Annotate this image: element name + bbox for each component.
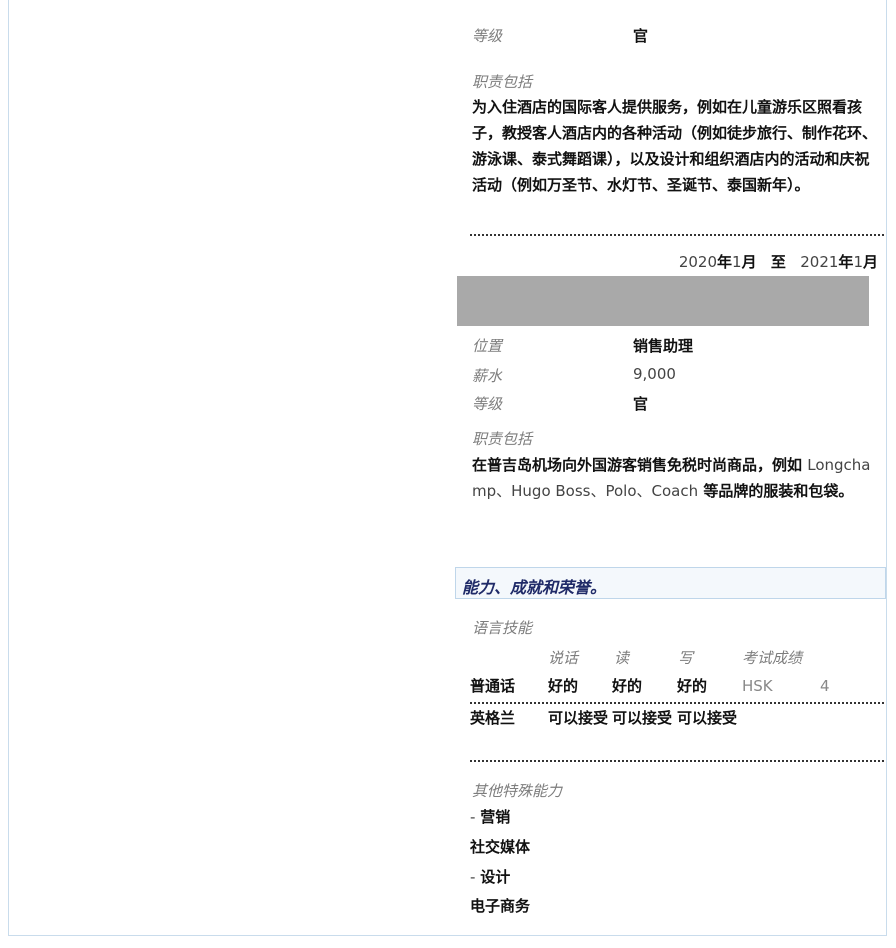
job2-position-value: 销售助理 — [633, 337, 694, 355]
company-banner-placeholder — [457, 276, 869, 326]
divider — [470, 760, 884, 762]
job2-grade-label: 等级 — [472, 395, 503, 413]
divider — [470, 702, 884, 704]
job1-grade-label: 等级 — [472, 27, 503, 45]
job2-position-label: 位置 — [472, 337, 503, 355]
row1-score: 4 — [820, 677, 830, 695]
job2-date-range: 2020年1月 至 2021年1月 — [678, 253, 878, 271]
skills-section-header: 能力、成就和荣誉。 — [455, 567, 886, 599]
other-skills-label: 其他特殊能力 — [472, 782, 563, 800]
job1-grade-value: 官 — [633, 27, 649, 45]
header-test-score: 考试成绩 — [742, 649, 803, 667]
row2-language: 英格兰 — [470, 709, 516, 727]
row2-write: 可以接受 — [677, 709, 738, 727]
row2-read: 可以接受 — [612, 709, 673, 727]
other-skill-item: - 设计 — [470, 868, 511, 886]
languages-label: 语言技能 — [472, 619, 533, 637]
other-skill-item: - 营销 — [470, 808, 511, 826]
row1-language: 普通话 — [470, 677, 516, 695]
header-read: 读 — [614, 649, 630, 667]
job2-duties-label: 职责包括 — [472, 430, 533, 448]
other-skill-item: 电子商务 — [470, 897, 531, 915]
job2-grade-value: 官 — [633, 395, 649, 413]
job2-salary-value: 9,000 — [633, 365, 676, 383]
other-skill-item: 社交媒体 — [470, 838, 531, 856]
header-speak: 说话 — [548, 649, 579, 667]
job1-duties-label: 职责包括 — [472, 73, 533, 91]
header-write: 写 — [678, 649, 694, 667]
job2-duties-text: 在普吉岛机场向外国游客销售免税时尚商品，例如 Longchamp、Hugo Bo… — [472, 456, 871, 500]
row1-read: 好的 — [612, 677, 643, 695]
row1-speak: 好的 — [548, 677, 579, 695]
row2-speak: 可以接受 — [548, 709, 609, 727]
job1-duties-text: 为入住酒店的国际客人提供服务，例如在儿童游乐区照看孩子，教授客人酒店内的各种活动… — [472, 98, 878, 194]
row1-write: 好的 — [677, 677, 708, 695]
row1-test: HSK — [742, 677, 773, 695]
job2-salary-label: 薪水 — [472, 367, 503, 385]
divider — [470, 234, 884, 236]
